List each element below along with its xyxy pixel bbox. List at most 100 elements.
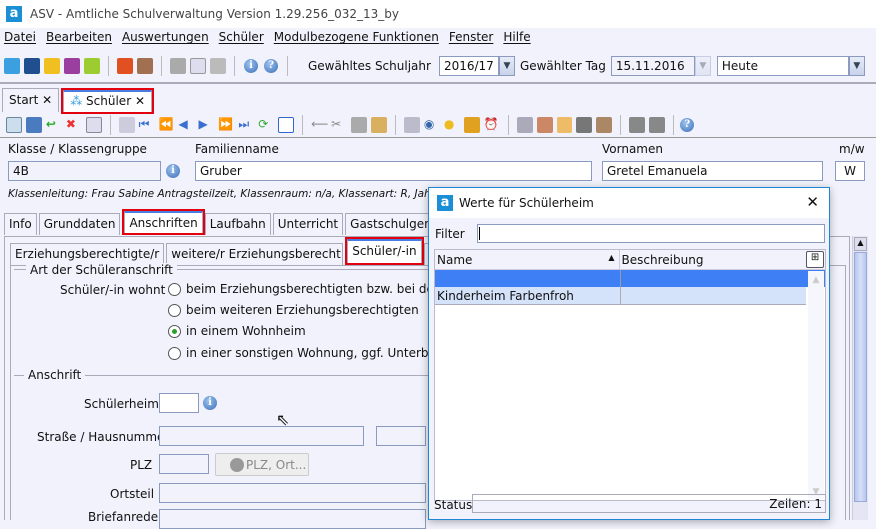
contact-book-icon[interactable] <box>596 117 613 133</box>
heute-select[interactable]: Heute <box>716 56 849 76</box>
report-icon[interactable] <box>137 58 153 74</box>
tab-grunddaten[interactable]: Grunddaten <box>38 213 121 235</box>
close-icon[interactable]: ✕ <box>135 94 145 108</box>
menu-auswertungen[interactable]: Auswertungen <box>122 30 209 50</box>
radio-option-3[interactable]: in einem Wohnheim <box>168 324 306 338</box>
form-icon[interactable] <box>85 117 102 133</box>
refresh-icon[interactable]: ⟳ <box>258 117 274 133</box>
info-icon[interactable]: i <box>244 59 258 73</box>
menu-datei[interactable]: Datei <box>4 30 36 50</box>
window-icon[interactable] <box>190 58 206 74</box>
filter-label: Filter <box>435 227 465 241</box>
table-scrollbar[interactable]: ▲ ▼ <box>808 271 824 499</box>
book-icon[interactable] <box>117 58 133 74</box>
vornamen-field[interactable]: Gretel Emanuela <box>602 161 823 181</box>
hausnummer-field[interactable] <box>376 426 426 446</box>
menu-fenster[interactable]: Fenster <box>449 30 494 50</box>
radio-option-1[interactable]: beim Erziehungsberechtigten bzw. bei den… <box>168 282 472 296</box>
export-icon[interactable] <box>516 117 533 133</box>
delete-icon[interactable]: ✖ <box>66 117 82 133</box>
mw-label: m/w <box>839 142 865 156</box>
eye-icon[interactable]: ◉ <box>424 117 440 133</box>
subtab-schueler[interactable]: Schüler/-in <box>347 239 422 263</box>
folder-icon[interactable] <box>556 117 573 133</box>
tab-laufbahn[interactable]: Laufbahn <box>204 213 271 235</box>
subtab-weitere-erziehungsberechtigte[interactable]: weitere/r Erziehungsberechtigte/r <box>166 243 344 265</box>
close-icon[interactable]: ✕ <box>42 93 52 107</box>
bell-icon[interactable] <box>463 117 480 133</box>
tab-start[interactable]: Start ✕ <box>2 88 60 112</box>
tag-label: Gewählter Tag <box>519 59 606 73</box>
highlight-box: ⁂ Schüler ✕ <box>61 88 155 114</box>
paste-icon[interactable] <box>371 117 387 133</box>
disabled-icon <box>576 117 593 133</box>
fast-forward-icon[interactable]: ⏩ <box>218 117 234 133</box>
alarm-clock-icon[interactable]: ⏰ <box>484 117 500 133</box>
radio-button[interactable] <box>168 304 181 317</box>
new-icon[interactable] <box>6 117 22 133</box>
help-icon[interactable]: ? <box>264 59 278 73</box>
rewind-icon[interactable]: ⏪ <box>159 117 175 133</box>
radio-option-2[interactable]: beim weiteren Erziehungsberechtigten <box>168 303 419 317</box>
undo-icon[interactable]: ↩ <box>46 117 62 133</box>
filter-input[interactable] <box>477 224 825 243</box>
radio-button[interactable] <box>168 283 181 296</box>
menu-hilfe[interactable]: Hilfe <box>503 30 530 50</box>
radio-option-4[interactable]: in einer sonstigen Wohnung, ggf. Unterbr… <box>168 346 460 360</box>
column-chooser-icon[interactable]: ⊞ <box>806 251 824 268</box>
info-icon[interactable]: i <box>203 396 217 410</box>
group-icon[interactable] <box>44 58 60 74</box>
table-icon[interactable] <box>24 58 40 74</box>
menu-bearbeiten[interactable]: Bearbeiten <box>46 30 112 50</box>
help-icon[interactable]: ? <box>680 118 695 132</box>
details-icon[interactable] <box>278 117 295 133</box>
person-icon[interactable] <box>536 117 553 133</box>
table-row-selected[interactable] <box>435 270 825 287</box>
next-icon[interactable]: ▶ <box>198 117 214 133</box>
chevron-down-icon[interactable]: ▼ <box>498 56 515 76</box>
briefanrede-field[interactable] <box>159 509 426 529</box>
note-icon[interactable] <box>84 58 100 74</box>
values-table: Name ▲ Beschreibung ⊞ Kinderheim Farbenfr… <box>434 249 826 501</box>
scrollbar-thumb[interactable] <box>854 252 867 502</box>
schuljahr-select[interactable]: 2016/17 <box>438 56 499 76</box>
familienname-field[interactable]: Gruber <box>195 161 592 181</box>
subtab-erziehungsberechtigte[interactable]: Erziehungsberechtigte/r <box>10 243 165 265</box>
tab-schueler[interactable]: ⁂ Schüler ✕ <box>63 90 153 112</box>
ortsteil-field[interactable] <box>159 483 426 503</box>
column-header-name[interactable]: Name ▲ <box>435 250 620 269</box>
chevron-down-icon[interactable]: ▼ <box>848 56 865 76</box>
close-icon[interactable]: ✕ <box>806 193 819 211</box>
scroll-up-icon[interactable]: ▲ <box>854 237 867 251</box>
table-row[interactable]: Kinderheim Farbenfroh <box>435 287 806 305</box>
plz-ort-button[interactable]: PLZ, Ort... <box>215 453 309 476</box>
strasse-field[interactable] <box>159 426 364 446</box>
message-icon[interactable] <box>64 58 80 74</box>
geschlecht-field[interactable]: W <box>835 161 865 181</box>
menu-schueler[interactable]: Schüler <box>219 30 264 50</box>
tab-anschriften[interactable]: Anschriften <box>124 211 203 233</box>
tab-unterricht[interactable]: Unterricht <box>272 213 344 235</box>
tag-input[interactable]: 15.11.2016 <box>610 56 695 76</box>
menu-modulbezogene-funktionen[interactable]: Modulbezogene Funktionen <box>274 30 439 50</box>
column-header-beschreibung[interactable]: Beschreibung <box>620 250 806 269</box>
list-icon[interactable] <box>118 117 135 133</box>
separator <box>620 115 622 135</box>
info-icon[interactable]: i <box>166 164 180 178</box>
schuelerheim-field[interactable] <box>159 393 199 413</box>
tab-info[interactable]: Info <box>4 213 37 235</box>
lightbulb-icon[interactable]: ● <box>444 117 460 133</box>
print-icon[interactable] <box>403 117 420 133</box>
radio-button-selected[interactable] <box>168 325 181 338</box>
students-icon[interactable] <box>4 58 20 74</box>
save-icon[interactable] <box>25 117 42 133</box>
main-scrollbar[interactable]: ▲ <box>852 236 868 520</box>
first-icon[interactable]: ⏮ <box>139 117 155 133</box>
plz-field[interactable] <box>159 454 209 474</box>
previous-icon[interactable]: ◀ <box>179 117 195 133</box>
klasse-field[interactable]: 4B <box>8 161 161 181</box>
radio-button[interactable] <box>168 347 181 360</box>
tab-label: Schüler <box>86 94 132 108</box>
last-icon[interactable]: ⏭ <box>238 117 254 133</box>
separator <box>507 115 509 135</box>
